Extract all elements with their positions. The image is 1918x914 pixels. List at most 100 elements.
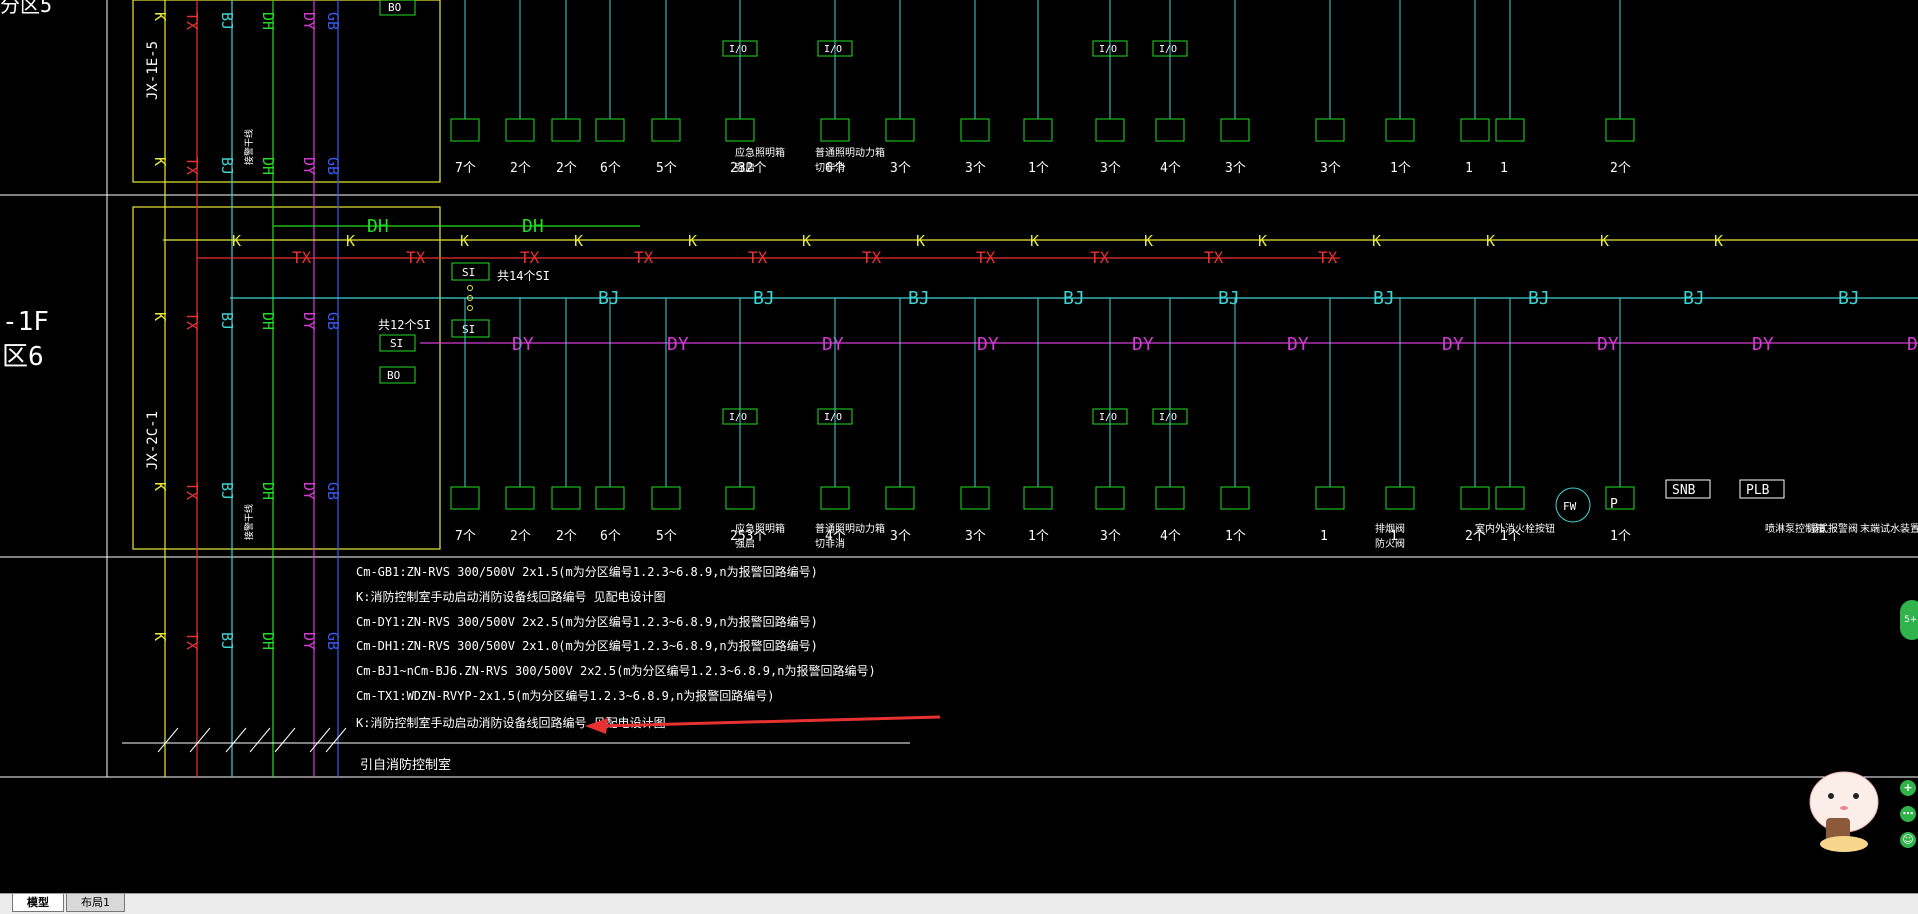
bus-label-bj: BJ [1218, 288, 1240, 309]
device-symbol [820, 486, 850, 510]
user-icon[interactable]: ☺ [1900, 832, 1916, 848]
io-module-label: I/O [729, 44, 747, 55]
cable-note: Cm-DY1:ZN-RVS 300/500V 2x2.5(m为分区编号1.2.3… [356, 614, 818, 629]
bus-label-tx: TX [183, 482, 201, 500]
device-count: 3个 [1225, 161, 1246, 176]
device-symbol [651, 486, 681, 510]
device-count: 5个 [656, 529, 677, 544]
bus-label-tx: TX [406, 248, 426, 267]
device-symbol [1605, 118, 1635, 142]
tab-model[interactable]: 模型 [12, 894, 64, 912]
bus-label-bj: BJ [908, 288, 930, 309]
bus-label-k: K [1144, 232, 1153, 250]
device-count: 1个 [1225, 529, 1246, 544]
device-count: 1个 [1390, 161, 1411, 176]
tab-layout1[interactable]: 布局1 [66, 894, 125, 912]
device-symbol [595, 118, 625, 142]
bus-label-dy: DY [1287, 334, 1309, 355]
bus-label-gb: GB [324, 157, 342, 175]
bus-label-k: K [1372, 232, 1381, 250]
io-module-label: I/O [1159, 44, 1177, 55]
junction-box-upper-label: JX-1E-5 [145, 41, 161, 100]
device-symbol [1460, 486, 1490, 510]
bus-label-tx: TX [1090, 248, 1110, 267]
bus-label-tx: TX [183, 312, 201, 330]
bus-label-k: K [151, 312, 169, 321]
bus-label-dy: DY [667, 334, 689, 355]
bus-label-gb: GB [324, 632, 342, 650]
module-label-snb: SNB [1672, 483, 1696, 498]
io-module-label: I/O [1099, 44, 1117, 55]
bottom-bus [122, 727, 910, 753]
side-float-button[interactable]: 5+ [1900, 600, 1918, 640]
device-symbol [1385, 486, 1415, 510]
device-symbol [1495, 118, 1525, 142]
bus-label-bj: BJ [1373, 288, 1395, 309]
bus-label-k: K [574, 232, 583, 250]
device-count: 3个 [890, 529, 911, 544]
flow-indicator-label: FW [1563, 500, 1577, 513]
bus-label-bj: BJ [1838, 288, 1860, 309]
pressure-switch-label: P [1610, 497, 1618, 512]
device-count: 3个 [1320, 161, 1341, 176]
bus-label-dy: DY [300, 632, 318, 650]
bus-label-tx: TX [1204, 248, 1224, 267]
device-count: 2个 [510, 529, 531, 544]
device-symbol [505, 118, 535, 142]
device-symbol [820, 118, 850, 142]
io-module-label: I/O [729, 412, 747, 423]
device-symbol [1023, 118, 1053, 142]
bus-label-k: K [460, 232, 469, 250]
more-icon[interactable]: ⋯ [1900, 806, 1916, 822]
device-count: 6个 [600, 161, 621, 176]
device-count: 3个 [1100, 529, 1121, 544]
device-caption: 强启 [735, 161, 755, 174]
cad-drawing-canvas[interactable]: 分区5 -1F 区6 JX-1E-5 接警干线 BO JX-2C-1 接警干线 … [0, 0, 1918, 893]
frame-lines [0, 0, 1918, 778]
bus-label-tx: TX [520, 248, 540, 267]
bus-label-bj: BJ [753, 288, 775, 309]
bus-label-dh: DH [259, 157, 277, 175]
layout-tab-bar: 模型 布局1 [0, 893, 1918, 914]
device-caption: 防火阀 [1375, 537, 1405, 550]
bus-label-dy: DY [1132, 334, 1154, 355]
device-caption: 应急照明箱 [735, 146, 785, 159]
device-count: 3个 [890, 161, 911, 176]
device-count: 1 [1500, 161, 1508, 176]
bus-label-k: K [1600, 232, 1609, 250]
svg-text:SI: SI [462, 323, 475, 336]
bus-label-dh: DH [367, 216, 389, 237]
bus-label-tx: TX [634, 248, 654, 267]
bus-label-bj: BJ [218, 632, 236, 650]
device-count: 1个 [1610, 529, 1631, 544]
zone-label-top: 分区5 [0, 0, 52, 17]
bus-label-dy: DY [1907, 334, 1918, 355]
cable-note: Cm-GB1:ZN-RVS 300/500V 2x1.5(m为分区编号1.2.3… [356, 564, 818, 579]
cable-note: K:消防控制室手动启动消防设备线回路编号 见配电设计图 [356, 715, 666, 730]
bus-label-k: K [802, 232, 811, 250]
device-count: 6个 [600, 529, 621, 544]
device-count: 2个 [510, 161, 531, 176]
device-row-upper: 7个 2个 2个 6个 5个I/O232个I/O6个 3个 3个 1个I/O3个I/O4个 3个… [450, 0, 1635, 176]
bus-label-tx: TX [292, 248, 312, 267]
svg-text:BO: BO [387, 369, 400, 382]
device-caption: 应急照明箱 [735, 522, 785, 535]
bus-label-tx: TX [183, 157, 201, 175]
bus-label-bj: BJ [598, 288, 620, 309]
device-symbol [885, 118, 915, 142]
device-count: 7个 [455, 529, 476, 544]
bus-label-k: K [346, 232, 355, 250]
device-count: 1个 [1028, 161, 1049, 176]
bus-label-k: K [151, 632, 169, 641]
device-count: 2个 [556, 529, 577, 544]
bus-label-k: K [232, 232, 241, 250]
device-symbol [1095, 118, 1125, 142]
bus-label-tx: TX [1318, 248, 1338, 267]
zoom-in-icon[interactable]: + [1900, 780, 1916, 796]
bus-label-dy: DY [300, 157, 318, 175]
cable-note: Cm-DH1:ZN-RVS 300/500V 2x1.0(m为分区编号1.2.3… [356, 638, 818, 653]
bus-label-k: K [151, 12, 169, 21]
svg-text:SI: SI [462, 266, 475, 279]
bus-label-gb: GB [324, 12, 342, 30]
bus-label-k: K [1714, 232, 1723, 250]
